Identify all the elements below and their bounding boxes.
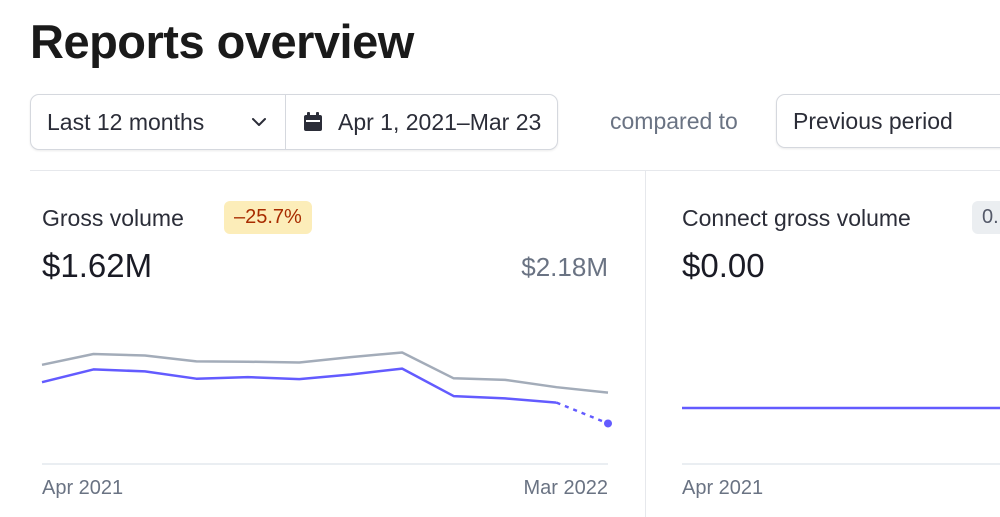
latest-data-point — [604, 419, 612, 428]
range-select-label: Last 12 months — [47, 108, 205, 135]
date-range-picker[interactable]: Apr 1, 2021–Mar 23 — [285, 95, 557, 149]
partial-period-line — [556, 401, 609, 425]
gross-volume-chart — [41, 351, 612, 465]
x-axis-start-label: Apr 2021 — [682, 477, 764, 499]
comparison-select[interactable]: Previous period — [776, 94, 1000, 148]
current-period-line — [41, 367, 557, 404]
comparison-select-label: Previous period — [793, 107, 953, 134]
chevron-down-icon — [252, 118, 266, 126]
calendar-icon — [304, 112, 322, 131]
gross-volume-card[interactable]: Gross volume –25.7% $1.62M $2.18M Apr 20… — [30, 171, 645, 517]
previous-period-line — [41, 351, 609, 394]
x-axis-end-label: Mar 2022 — [523, 477, 609, 499]
range-select[interactable]: Last 12 months — [31, 95, 285, 149]
compared-to-label: compared to — [610, 108, 738, 134]
date-filter-group: Last 12 months Apr 1, 2021–Mar 23 — [30, 94, 559, 150]
x-axis-start-label: Apr 2021 — [42, 477, 124, 499]
date-range-label: Apr 1, 2021–Mar 23 — [338, 108, 542, 135]
connect-gross-volume-chart — [682, 406, 1000, 465]
page-title: Reports overview — [30, 15, 414, 68]
connect-gross-volume-card[interactable]: Connect gross volume 0. $0.00 Apr 2021 — [646, 171, 1000, 517]
